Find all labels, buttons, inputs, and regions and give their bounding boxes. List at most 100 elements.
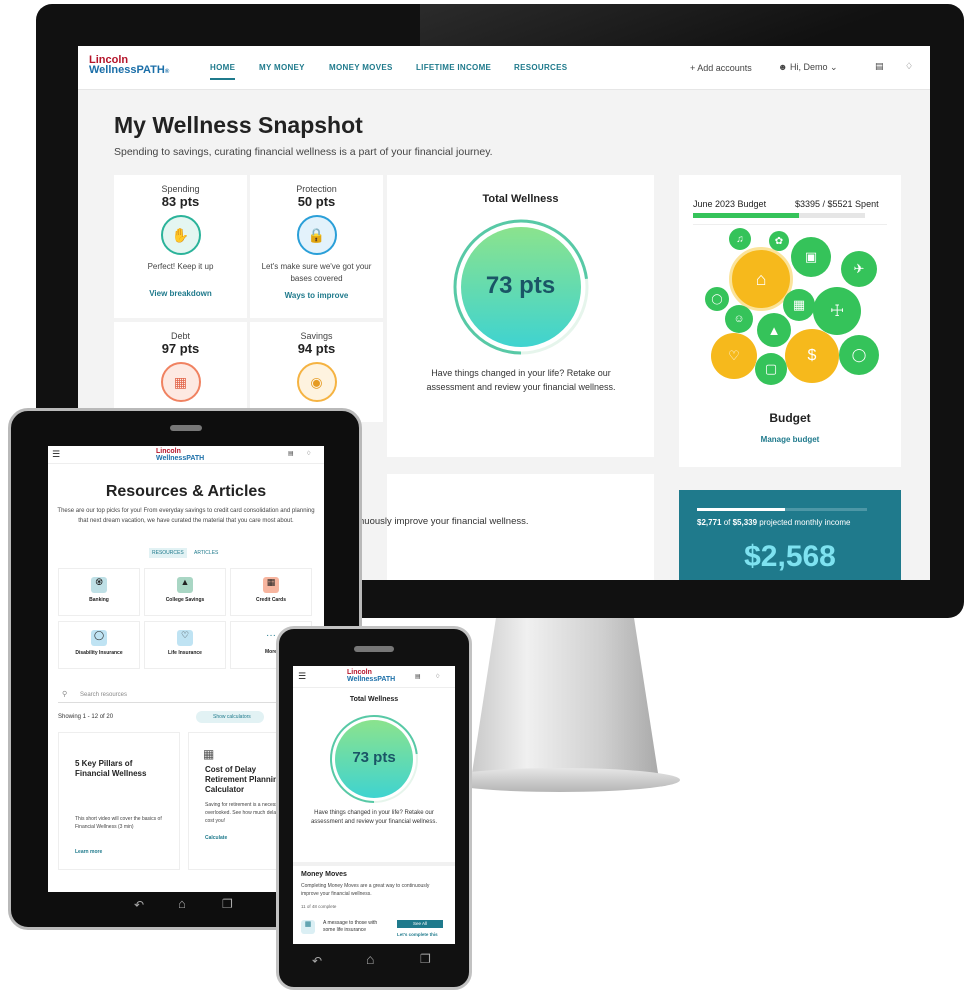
tablet-speaker bbox=[170, 425, 202, 431]
tab-articles[interactable]: ARTICLES bbox=[191, 548, 221, 558]
phone-logo-line1: Lincoln bbox=[347, 669, 372, 676]
phone-complete-link[interactable]: Let's complete this bbox=[397, 932, 438, 937]
bicycle-icon[interactable]: ◯ bbox=[705, 287, 729, 311]
page-title: My Wellness Snapshot bbox=[114, 112, 363, 138]
protection-desc: Let's make sure we've got your bases cov… bbox=[261, 262, 372, 283]
resources-title: Resources & Articles bbox=[105, 483, 267, 500]
phone-home-icon[interactable]: ⌂ bbox=[366, 951, 374, 967]
tab-resources[interactable]: RESOURCES bbox=[149, 548, 187, 558]
debt-card: Debt 97 pts ▦ bbox=[114, 322, 247, 422]
income-projected: $5,339 bbox=[732, 518, 758, 527]
hamburger-menu-icon[interactable]: ☰ bbox=[52, 449, 60, 460]
phone-bell-icon[interactable]: ♢ bbox=[435, 673, 440, 680]
airplane-icon[interactable]: ✈ bbox=[841, 251, 877, 287]
nav-my-money[interactable]: MY MONEY bbox=[259, 63, 305, 72]
show-calculators-button[interactable]: Show calculators bbox=[196, 711, 264, 723]
user-menu[interactable]: ☻ Hi, Demo ⌄ bbox=[778, 62, 838, 73]
spending-label: Spending bbox=[161, 184, 200, 194]
phone-message-text: A message to those with some life insura… bbox=[323, 920, 378, 933]
category-banking[interactable]: ♼ Banking bbox=[58, 568, 140, 616]
income-summary-label: projected monthly income bbox=[757, 518, 851, 527]
savings-label: Savings bbox=[300, 331, 333, 341]
shopping-bag-icon[interactable]: ♫ bbox=[729, 228, 751, 250]
view-breakdown-link[interactable]: View breakdown bbox=[114, 289, 247, 298]
gift-icon[interactable]: ▦ bbox=[783, 289, 815, 321]
top-nav: Lincoln WellnessPATH® HOME MY MONEY MONE… bbox=[78, 46, 930, 90]
total-wellness-points: 73 pts bbox=[485, 272, 556, 299]
phone-hamburger-icon[interactable]: ☰ bbox=[298, 671, 306, 682]
chart-icon[interactable]: ▤ bbox=[875, 61, 884, 72]
category-disability-insurance[interactable]: ◯ Disability Insurance bbox=[58, 621, 140, 669]
tablet-bell-icon[interactable]: ♢ bbox=[306, 450, 311, 457]
category-college-savings[interactable]: ▲ College Savings bbox=[144, 568, 226, 616]
utensils-icon[interactable]: ☩ bbox=[813, 287, 861, 335]
phone-back-icon[interactable]: ↶ bbox=[312, 954, 322, 968]
tablet-logo-path: PATH bbox=[186, 455, 205, 462]
spending-points: 83 pts bbox=[161, 194, 200, 209]
tablet-logo-line1: Lincoln bbox=[156, 448, 181, 455]
learn-more-link[interactable]: Learn more bbox=[75, 849, 179, 855]
protection-label: Protection bbox=[296, 184, 337, 194]
income-of: of bbox=[721, 518, 733, 527]
car-icon[interactable]: ▣ bbox=[791, 237, 831, 277]
category-college-savings-label: College Savings bbox=[165, 597, 205, 603]
nav-resources[interactable]: RESOURCES bbox=[514, 63, 567, 72]
budget-progress-fill bbox=[693, 213, 799, 218]
nav-money-moves[interactable]: MONEY MOVES bbox=[329, 63, 393, 72]
people-icon[interactable]: ☺ bbox=[725, 305, 753, 333]
lightbulb-icon[interactable]: ◯ bbox=[839, 335, 879, 375]
brand-logo[interactable]: Lincoln WellnessPATH® bbox=[89, 55, 169, 78]
home-nav-icon[interactable]: ⌂ bbox=[178, 896, 186, 911]
budget-spent: $3395 / $5521 Spent bbox=[795, 199, 879, 209]
tablet-logo-wellness: Wellness bbox=[156, 455, 187, 462]
nav-lifetime-income[interactable]: LIFETIME INCOME bbox=[416, 63, 491, 72]
savings-points: 94 pts bbox=[297, 341, 336, 356]
total-wellness-card: Total Wellness 73 pts Have things change… bbox=[387, 175, 654, 457]
tablet-chart-icon[interactable]: ▤ bbox=[288, 450, 294, 457]
phone-total-points: 73 pts bbox=[352, 749, 396, 766]
phone-total-desc: Have things changed in your life? Retake… bbox=[310, 810, 438, 825]
credit-cards-icon: ▦ bbox=[263, 577, 279, 593]
monitor-base bbox=[440, 768, 680, 792]
phone-logo-line2: WellnessPATH bbox=[347, 676, 395, 683]
shopping-cart-icon[interactable]: ▢ bbox=[755, 353, 787, 385]
total-wellness-title: Total Wellness bbox=[482, 193, 559, 205]
debt-points: 97 pts bbox=[161, 341, 200, 356]
category-credit-cards[interactable]: ▦ Credit Cards bbox=[230, 568, 312, 616]
phone-divider bbox=[293, 862, 455, 866]
article-card-1[interactable]: 5 Key Pillars of Financial Wellness This… bbox=[58, 732, 180, 870]
phone-screen: ☰ Lincoln WellnessPATH ▤ ♢ Total Wellnes… bbox=[293, 666, 455, 944]
back-icon[interactable]: ↶ bbox=[134, 898, 144, 912]
debt-label: Debt bbox=[170, 331, 190, 341]
total-wellness-desc: Have things changed in your life? Retake… bbox=[426, 368, 616, 392]
phone-see-all-button[interactable]: See All bbox=[397, 920, 443, 928]
nav-home[interactable]: HOME bbox=[210, 63, 236, 80]
graduation-cap-icon[interactable]: ▲ bbox=[757, 313, 791, 347]
recent-apps-icon[interactable]: ❐ bbox=[222, 897, 233, 911]
phone-nav: ☰ Lincoln WellnessPATH ▤ ♢ bbox=[293, 666, 455, 688]
show-calculators-label: Show calculators bbox=[213, 714, 251, 720]
page-subtitle: Spending to savings, curating financial … bbox=[114, 146, 493, 158]
category-banking-label: Banking bbox=[89, 597, 109, 603]
add-accounts-button[interactable]: + Add accounts bbox=[690, 63, 752, 73]
manage-budget-link[interactable]: Manage budget bbox=[679, 435, 901, 444]
phone-logo[interactable]: Lincoln WellnessPATH bbox=[347, 669, 395, 683]
phone-speaker bbox=[354, 646, 394, 652]
phone-total-title: Total Wellness bbox=[349, 696, 399, 703]
category-disability-label: Disability Insurance bbox=[75, 650, 123, 656]
category-life-insurance[interactable]: ♡ Life Insurance bbox=[144, 621, 226, 669]
savings-card: Savings 94 pts ◉ bbox=[250, 322, 383, 422]
health-heart-icon[interactable]: ♡ bbox=[711, 333, 757, 379]
tablet-nav: ☰ Lincoln WellnessPATH ▤ ♢ bbox=[48, 446, 324, 464]
phone-message-icon: ▦ bbox=[301, 920, 315, 934]
logo-tm: ® bbox=[164, 69, 170, 75]
spending-card: Spending 83 pts ✋ Perfect! Keep it up Vi… bbox=[114, 175, 247, 318]
phone-recent-icon[interactable]: ❐ bbox=[420, 952, 431, 966]
bell-icon[interactable]: ♢ bbox=[905, 61, 913, 72]
piggy-bank-icon: ◉ bbox=[296, 362, 337, 402]
ways-to-improve-link[interactable]: Ways to improve bbox=[250, 291, 383, 300]
phone-chart-icon[interactable]: ▤ bbox=[415, 673, 421, 680]
dollar-coin-icon[interactable]: $ bbox=[785, 329, 839, 383]
tablet-logo[interactable]: Lincoln WellnessPATH bbox=[156, 448, 204, 462]
divider bbox=[693, 224, 887, 225]
